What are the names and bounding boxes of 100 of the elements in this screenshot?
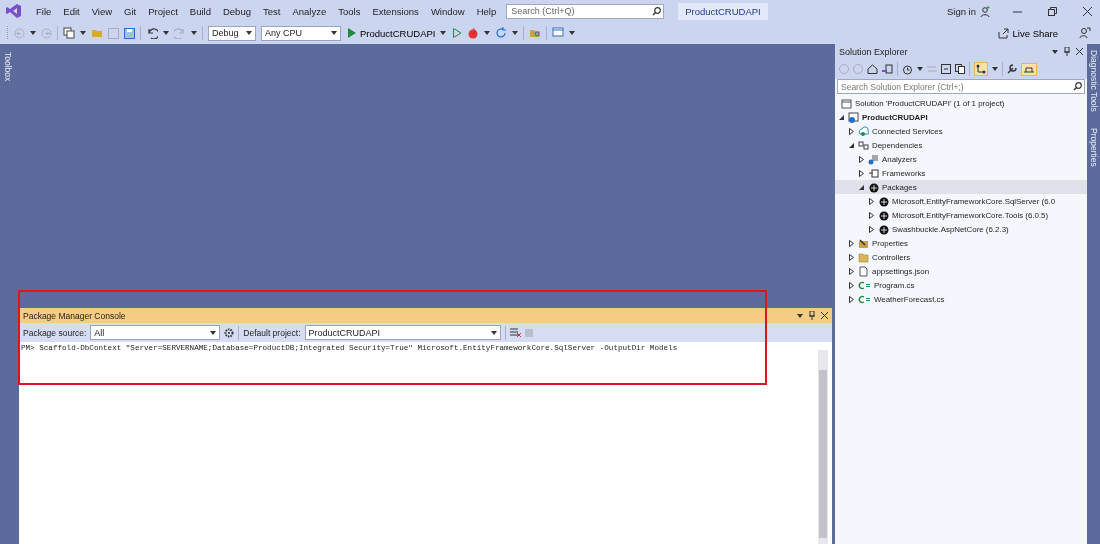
- copy-icon[interactable]: [955, 64, 965, 74]
- pin-icon[interactable]: [809, 311, 815, 320]
- menu-item[interactable]: File: [30, 5, 58, 17]
- close-icon[interactable]: [821, 312, 828, 319]
- platform-dropdown[interactable]: Any CPU: [261, 25, 341, 41]
- collapsed-triangle-icon[interactable]: [868, 211, 875, 219]
- sign-in-link[interactable]: Sign in: [946, 5, 976, 17]
- collapsed-triangle-icon[interactable]: [868, 197, 875, 205]
- flame-icon[interactable]: [466, 27, 479, 39]
- feedback-person-icon[interactable]: [1079, 27, 1091, 39]
- menu-item[interactable]: Help: [470, 5, 503, 17]
- hierarchy-toggle[interactable]: [974, 62, 988, 76]
- share-icon[interactable]: [997, 27, 1009, 39]
- caret-icon[interactable]: [992, 67, 998, 71]
- window-icon[interactable]: [551, 27, 564, 39]
- vs-logo-icon: [6, 3, 22, 19]
- dropdown-caret-icon[interactable]: [490, 330, 497, 335]
- clear-console-icon[interactable]: [509, 327, 521, 338]
- grip-icon: [6, 26, 9, 40]
- file-icon: [858, 265, 869, 277]
- close-icon[interactable]: [1083, 6, 1092, 16]
- menu-item[interactable]: Git: [118, 5, 143, 17]
- analyzer-icon: [868, 153, 879, 165]
- dropdown-caret-icon[interactable]: [246, 31, 252, 35]
- collapsed-triangle-icon[interactable]: [848, 239, 855, 247]
- wrench-folder-icon: [858, 237, 869, 249]
- expanded-triangle-icon[interactable]: [838, 113, 845, 121]
- menu-item[interactable]: Edit: [57, 5, 86, 17]
- caret-icon[interactable]: [191, 31, 197, 35]
- search-icon[interactable]: [1073, 82, 1082, 91]
- menu-item[interactable]: Build: [183, 5, 217, 17]
- search-icon[interactable]: [652, 6, 662, 16]
- collapsed-triangle-icon[interactable]: [858, 169, 865, 177]
- solution-icon: [841, 97, 852, 109]
- play-outline-icon[interactable]: [452, 28, 462, 38]
- solution-name-badge: ProductCRUDAPI: [678, 2, 768, 20]
- dropdown-caret-icon[interactable]: [210, 330, 217, 335]
- project-icon: [848, 111, 859, 123]
- person-plus-icon[interactable]: [980, 5, 991, 17]
- menu-item[interactable]: Tools: [332, 5, 367, 17]
- collapsed-triangle-icon[interactable]: [848, 295, 855, 303]
- default-project-dropdown[interactable]: ProductCRUDAPI: [304, 325, 501, 340]
- side-tab[interactable]: Toolbox: [2, 50, 13, 84]
- run-button[interactable]: ProductCRUDAPI: [346, 27, 448, 39]
- menu-item[interactable]: Extensions: [366, 5, 425, 17]
- package-icon: [878, 209, 889, 221]
- expanded-triangle-icon[interactable]: [858, 183, 865, 191]
- caret-icon[interactable]: [568, 31, 575, 35]
- switch-views-icon[interactable]: [882, 64, 893, 74]
- close-icon[interactable]: [1076, 48, 1083, 55]
- caret-icon[interactable]: [163, 31, 169, 35]
- settings-icon[interactable]: [224, 327, 235, 338]
- menu-item[interactable]: Analyze: [286, 5, 333, 17]
- search-field[interactable]: Search Solution Explorer (Ctrl+;): [837, 79, 1085, 94]
- collapse-icon[interactable]: [941, 64, 951, 74]
- pin-icon[interactable]: [1064, 47, 1070, 56]
- package-source-dropdown[interactable]: All: [90, 325, 221, 340]
- home-icon[interactable]: [867, 64, 878, 74]
- menu-item[interactable]: Project: [142, 5, 184, 17]
- history-icon[interactable]: [902, 63, 913, 75]
- save-all-icon[interactable]: [124, 27, 135, 39]
- caret-icon[interactable]: [917, 67, 923, 71]
- undo-icon[interactable]: [146, 27, 158, 39]
- collapsed-triangle-icon[interactable]: [848, 253, 855, 261]
- csharp-file-icon: [858, 293, 871, 305]
- search-field[interactable]: Search (Ctrl+Q): [506, 3, 665, 19]
- caret-icon[interactable]: [511, 31, 518, 35]
- side-tab[interactable]: Properties: [1088, 125, 1099, 169]
- new-project-icon[interactable]: [63, 27, 75, 39]
- wrench-icon[interactable]: [1007, 64, 1017, 74]
- preview-toggle[interactable]: [1021, 62, 1037, 76]
- caret-icon[interactable]: [483, 31, 490, 35]
- collapsed-triangle-icon[interactable]: [848, 281, 855, 289]
- caret-icon[interactable]: [30, 31, 36, 35]
- dropdown-caret-icon[interactable]: [331, 31, 337, 35]
- package-icon: [878, 195, 889, 207]
- configuration-dropdown[interactable]: Debug: [208, 25, 256, 41]
- side-tab[interactable]: Diagnostic Tools: [1088, 48, 1099, 114]
- live-share-button[interactable]: Live Share: [991, 26, 1064, 40]
- restore-icon[interactable]: [1048, 6, 1057, 16]
- refresh-icon[interactable]: [494, 27, 507, 39]
- scrollbar-thumb[interactable]: [819, 370, 827, 538]
- menu-item[interactable]: View: [85, 5, 119, 17]
- collapsed-triangle-icon[interactable]: [848, 267, 855, 275]
- menu-item[interactable]: Test: [256, 5, 287, 17]
- panel-title: Package Manager Console: [23, 310, 127, 321]
- collapsed-triangle-icon[interactable]: [848, 127, 855, 135]
- collapsed-triangle-icon[interactable]: [868, 225, 875, 233]
- caret-icon[interactable]: [80, 31, 86, 35]
- menu-caret-icon[interactable]: [1052, 49, 1058, 54]
- caret-icon[interactable]: [439, 31, 446, 35]
- preview-icon: [1023, 64, 1035, 74]
- play-icon[interactable]: [348, 28, 356, 38]
- expanded-triangle-icon[interactable]: [848, 141, 855, 149]
- menu-item[interactable]: Window: [424, 5, 471, 17]
- collapsed-triangle-icon[interactable]: [858, 155, 865, 163]
- menu-caret-icon[interactable]: [797, 313, 803, 318]
- folder-search-icon[interactable]: [528, 27, 541, 39]
- menu-item[interactable]: Debug: [216, 5, 257, 17]
- field-label: Package source:: [23, 327, 87, 338]
